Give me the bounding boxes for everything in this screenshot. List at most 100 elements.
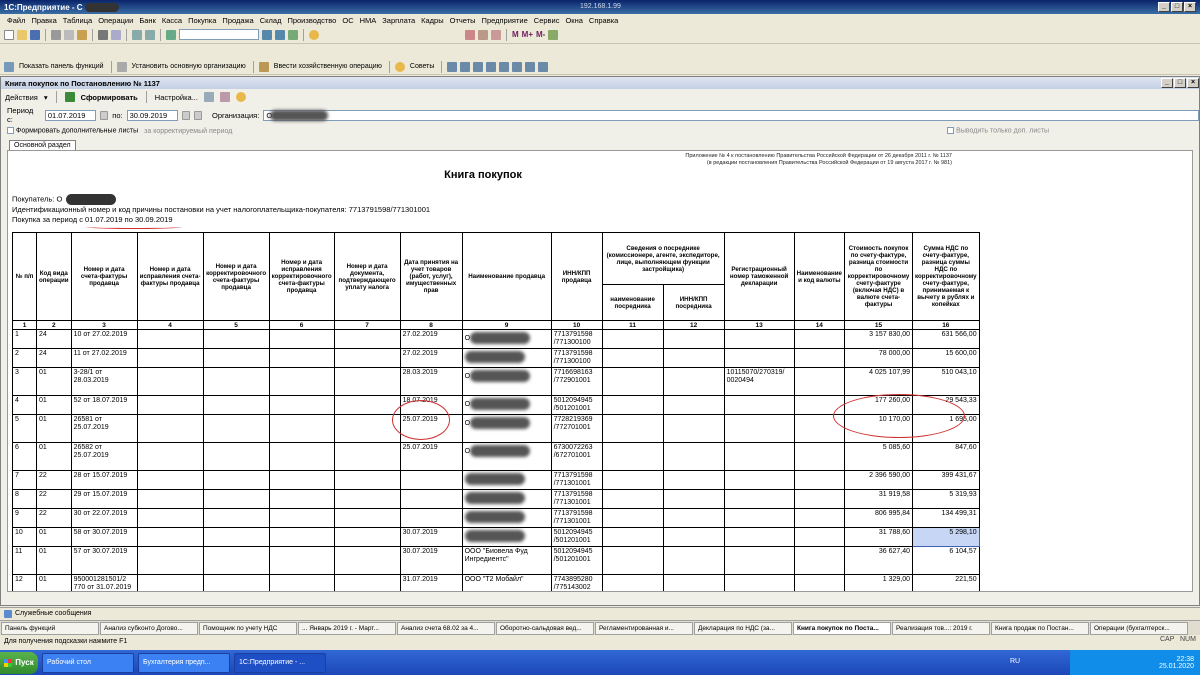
menu-item-10[interactable]: ОС (339, 16, 356, 25)
refresh-icon[interactable] (288, 29, 298, 40)
search-input[interactable] (179, 29, 259, 40)
undo-icon[interactable] (132, 29, 142, 40)
table-row[interactable]: 1 24 10 от 27.02.2019 27.02.2019 О 7713791598… (12, 329, 980, 349)
actions-menu[interactable]: Действия (5, 93, 38, 102)
cell-vat[interactable]: 6 104,57 (912, 546, 980, 575)
window-tab-2[interactable]: Помощник по учету НДС (199, 621, 297, 635)
window-tab-6[interactable]: Регламентированная и... (595, 621, 693, 635)
table-row[interactable]: 9 22 30 от 22.07.2019 7713791598 /771301001… (12, 508, 980, 528)
minimize-button[interactable]: _ (1158, 2, 1170, 12)
task-accounting[interactable]: Бухгалтерия предп... (138, 652, 230, 673)
menu-item-15[interactable]: Предприятие (479, 16, 531, 25)
window-tab-11[interactable]: Операции (бухгалтерск... (1090, 621, 1188, 635)
redo-icon[interactable] (145, 29, 155, 40)
balance-icon[interactable] (512, 61, 523, 72)
enter-operation-button[interactable]: Ввести хозяйственную операцию (272, 63, 384, 70)
ledger-icon[interactable] (486, 61, 497, 72)
window-tab-1[interactable]: Анализ субконто Догово... (100, 621, 198, 635)
cell-vat[interactable]: 631 566,00 (912, 329, 980, 349)
cell-vat[interactable]: 5 298,10 (912, 527, 980, 547)
generate-button[interactable]: Сформировать (81, 93, 138, 102)
menu-item-16[interactable]: Сервис (531, 16, 563, 25)
date-from-field[interactable]: 01.07.2019 (44, 109, 97, 121)
table-row[interactable]: 2 24 11 от 27.02.2019 27.02.2019 7713791598 … (12, 348, 980, 368)
search-icon[interactable] (166, 29, 176, 40)
menu-item-1[interactable]: Правка (28, 16, 59, 25)
calendar-icon[interactable] (478, 29, 488, 40)
menu-item-5[interactable]: Касса (159, 16, 185, 25)
find-prev-icon[interactable] (275, 29, 285, 40)
cell-vat[interactable]: 221,50 (912, 574, 980, 591)
paste-icon[interactable] (77, 29, 87, 40)
new-document-icon[interactable] (4, 29, 14, 40)
menu-item-8[interactable]: Склад (257, 16, 285, 25)
cell-vat[interactable]: 399 431,67 (912, 470, 980, 490)
memory-plus-icon[interactable]: M+ (522, 30, 533, 39)
memory-minus-icon[interactable]: M- (536, 30, 545, 39)
table-row[interactable]: 11 01 57 от 30.07.2019 30.07.2019 ООО "Биове… (12, 546, 980, 575)
preview-icon[interactable] (111, 29, 121, 40)
window-tab-0[interactable]: Панель функций (1, 621, 99, 635)
menu-item-4[interactable]: Банк (136, 16, 159, 25)
table-row[interactable]: 12 01 950001281501/2 770 от 31.07.2019 31.0… (12, 574, 980, 591)
memory-m-icon[interactable]: M (512, 30, 519, 39)
menu-item-13[interactable]: Кадры (418, 16, 446, 25)
cell-vat[interactable]: 134 499,31 (912, 508, 980, 528)
org-field[interactable]: О (263, 109, 1200, 121)
cell-vat[interactable]: 15 600,00 (912, 348, 980, 368)
window-tab-8[interactable]: Книга покупок по Поста... (793, 621, 891, 635)
table-row[interactable]: 10 01 58 от 30.07.2019 30.07.2019 5012094945… (12, 527, 980, 547)
date-to-field[interactable]: 30.09.2019 (126, 109, 179, 121)
window-tab-9[interactable]: Реализация тов...: 2019 г. (892, 621, 990, 635)
messages-tab[interactable]: Служебные сообщения (15, 610, 91, 617)
menu-item-12[interactable]: Зарплата (379, 16, 418, 25)
table-row[interactable]: 8 22 29 от 15.07.2019 7713791598 /771301001… (12, 489, 980, 509)
maximize-button[interactable]: □ (1171, 2, 1183, 12)
menu-item-18[interactable]: Справка (586, 16, 621, 25)
set-org-button[interactable]: Установить основную организацию (130, 63, 248, 70)
window-tab-4[interactable]: Анализ счета 68.02 за 4... (397, 621, 495, 635)
menu-item-17[interactable]: Окна (562, 16, 585, 25)
show-panel-button[interactable]: Показать панель функций (17, 63, 106, 70)
settings-button[interactable]: Настройка... (155, 93, 198, 102)
menu-item-14[interactable]: Отчеты (447, 16, 479, 25)
corrected-period-link[interactable]: за корректируемый период (144, 128, 232, 135)
period-select-icon[interactable] (194, 110, 202, 120)
menu-item-9[interactable]: Производство (284, 16, 339, 25)
start-button[interactable]: Пуск (0, 651, 38, 674)
cell-vat[interactable]: 5 319,93 (912, 489, 980, 509)
tree-icon[interactable] (548, 29, 559, 40)
window-tab-7[interactable]: Декларация по НДС (за... (694, 621, 792, 635)
date-from-calendar-icon[interactable] (100, 110, 109, 120)
date-to-calendar-icon[interactable] (182, 110, 191, 120)
accounts-icon[interactable] (499, 61, 510, 72)
close-button[interactable]: × (1184, 2, 1196, 12)
cut-icon[interactable] (51, 29, 61, 40)
report-icon[interactable] (460, 61, 471, 72)
language-indicator[interactable]: RU (1010, 658, 1020, 665)
task-1c[interactable]: 1С:Предприятие - ... (234, 652, 326, 673)
export-icon[interactable] (219, 92, 230, 102)
journal-icon[interactable] (447, 61, 458, 72)
only-extra-checkbox[interactable]: Выводить только доп. листы (947, 127, 1049, 135)
menu-item-3[interactable]: Операции (95, 16, 136, 25)
task-desktop[interactable]: Рабочий стол (42, 652, 134, 673)
cell-vat[interactable]: 510 043,10 (912, 367, 980, 396)
analysis-icon[interactable] (525, 61, 536, 72)
extra-sheets-checkbox[interactable]: Формировать дополнительные листы (7, 127, 138, 135)
menu-item-0[interactable]: Файл (4, 16, 28, 25)
report-minimize-button[interactable]: _ (1161, 78, 1173, 88)
tips-button[interactable]: Советы (408, 63, 437, 70)
help-icon[interactable] (235, 92, 246, 102)
menu-item-7[interactable]: Продажа (219, 16, 256, 25)
menu-item-2[interactable]: Таблица (60, 16, 95, 25)
report-maximize-button[interactable]: □ (1174, 78, 1186, 88)
find-next-icon[interactable] (262, 29, 272, 40)
copy-icon[interactable] (64, 29, 74, 40)
cell-vat[interactable]: 847,60 (912, 442, 980, 471)
table-row[interactable]: 6 01 26582 от 25.07.2019 25.07.2019 О 6730072… (12, 442, 980, 471)
card-icon[interactable] (538, 61, 549, 72)
table-row[interactable]: 7 22 28 от 15.07.2019 7713791598 /771301001… (12, 470, 980, 490)
window-tab-5[interactable]: Оборотно-сальдовая вед... (496, 621, 594, 635)
calculator-icon[interactable] (465, 29, 475, 40)
